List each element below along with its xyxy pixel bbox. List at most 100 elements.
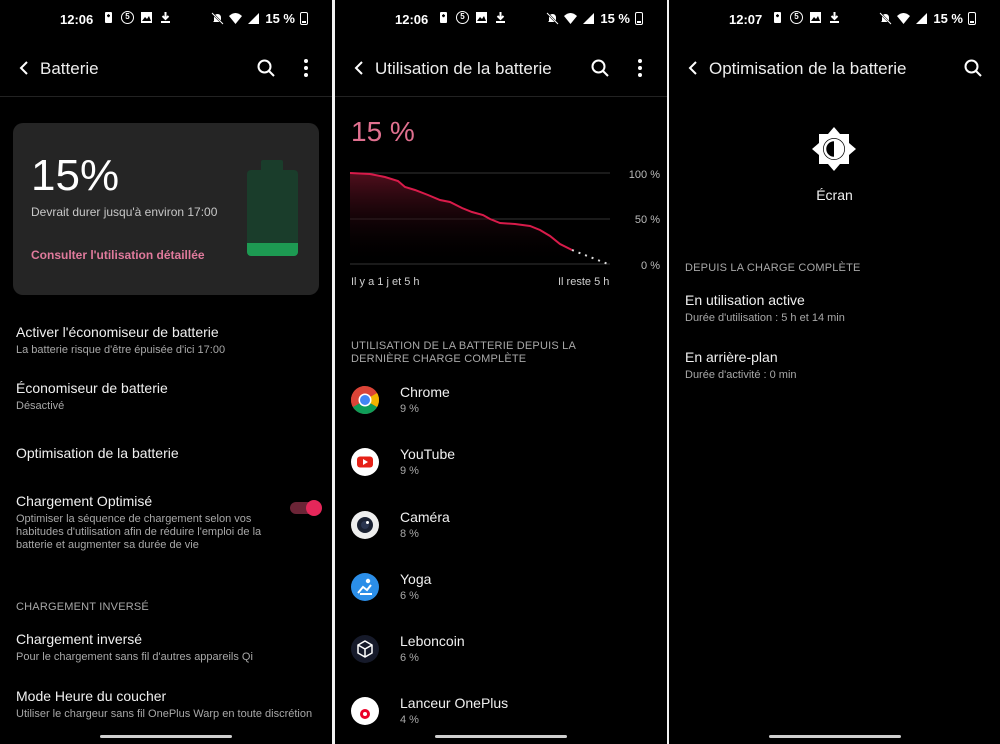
brightness-icon xyxy=(812,127,856,171)
oneplus-launcher-icon xyxy=(351,697,379,725)
item-subtitle: La batterie risque d'être épuisée d'ici … xyxy=(16,344,226,356)
battery-estimate: Devrait durer jusqu'à environ 17:00 xyxy=(31,205,218,219)
item-title: Mode Heure du coucher xyxy=(16,688,167,704)
item-subtitle: Durée d'utilisation : 5 h et 14 min xyxy=(685,312,845,324)
notification-icon: 5 xyxy=(790,11,803,24)
gesture-bar[interactable] xyxy=(435,735,567,738)
optimized-charging-toggle[interactable] xyxy=(290,500,322,516)
mute-icon xyxy=(879,12,893,25)
item-subtitle: Désactivé xyxy=(16,400,65,412)
app-row-youtube[interactable]: YouTube 9 % xyxy=(350,441,650,485)
battery-optimization-screen: 12:07 5 15 % Optimisation de la batterie… xyxy=(669,0,1000,744)
page-title: Utilisation de la batterie xyxy=(375,59,552,78)
app-name: Chrome xyxy=(400,384,450,400)
section-header: CHARGEMENT INVERSÉ xyxy=(16,601,149,613)
page-title: Batterie xyxy=(40,59,99,78)
section-header: UTILISATION DE LA BATTERIE DEPUIS LA DER… xyxy=(351,340,576,365)
search-icon[interactable] xyxy=(256,58,276,78)
gesture-bar[interactable] xyxy=(100,735,232,738)
chrome-icon xyxy=(351,386,379,414)
battery-saver-icon xyxy=(105,12,112,23)
battery-summary-card: 15% Devrait durer jusqu'à environ 17:00 … xyxy=(13,123,319,295)
x-label-end: Il reste 5 h xyxy=(558,276,610,288)
search-icon[interactable] xyxy=(590,58,610,78)
item-subtitle: Pour le chargement sans fil d'autres app… xyxy=(16,651,253,663)
app-row-camera[interactable]: Caméra 8 % xyxy=(350,504,650,548)
mute-icon xyxy=(211,12,225,25)
wifi-icon xyxy=(564,13,578,24)
battery-saver-item[interactable]: Économiseur de batterie Désactivé xyxy=(16,380,320,413)
item-subtitle: Optimiser la séquence de chargement selo… xyxy=(16,513,262,551)
image-icon xyxy=(810,12,821,23)
app-bar: Batterie xyxy=(0,50,332,86)
battery-icon xyxy=(300,12,308,25)
yoga-icon xyxy=(351,573,379,601)
battery-optimization-item[interactable]: Optimisation de la batterie xyxy=(16,445,320,461)
image-icon xyxy=(141,12,152,23)
wifi-icon xyxy=(229,13,243,24)
status-bar: 12:06 5 15 % xyxy=(0,0,332,38)
item-title: Chargement Optimisé xyxy=(16,493,153,509)
item-subtitle: Durée d'activité : 0 min xyxy=(685,369,797,381)
status-battery-text: 15 % xyxy=(933,11,963,26)
battery-usage-screen: 12:06 5 15 % Utilisation de la batterie … xyxy=(335,0,667,744)
app-row-chrome[interactable]: Chrome 9 % xyxy=(350,379,650,423)
app-usage-percent: 6 % xyxy=(400,590,419,602)
app-usage-percent: 9 % xyxy=(400,403,419,415)
app-row-yoga[interactable]: Yoga 6 % xyxy=(350,566,650,610)
section-header: DEPUIS LA CHARGE COMPLÈTE xyxy=(685,262,861,274)
y-label-50: 50 % xyxy=(635,214,660,226)
item-title: Économiseur de batterie xyxy=(16,380,168,396)
app-name: Lanceur OnePlus xyxy=(400,695,509,711)
app-name: Yoga xyxy=(400,571,432,587)
signal-icon xyxy=(916,13,928,24)
item-title: Optimisation de la batterie xyxy=(16,445,179,461)
forecast-line xyxy=(571,249,609,265)
optimized-charging-item[interactable]: Chargement Optimisé Optimiser la séquenc… xyxy=(16,493,282,552)
y-label-100: 100 % xyxy=(629,169,660,181)
mute-icon xyxy=(546,12,560,25)
item-title: Chargement inversé xyxy=(16,631,143,647)
battery-level-fill xyxy=(247,243,298,256)
app-usage-percent: 6 % xyxy=(400,652,419,664)
app-row-oneplus-launcher[interactable]: Lanceur OnePlus 4 % xyxy=(350,690,650,734)
y-label-0: 0 % xyxy=(641,260,660,272)
reverse-charging-item[interactable]: Chargement inversé Pour le chargement sa… xyxy=(16,631,320,664)
app-row-leboncoin[interactable]: Leboncoin 6 % xyxy=(350,628,650,672)
status-battery-text: 15 % xyxy=(265,11,295,26)
notification-icon: 5 xyxy=(121,11,134,24)
camera-icon xyxy=(351,511,379,539)
gesture-bar[interactable] xyxy=(768,735,901,738)
detailed-usage-link[interactable]: Consulter l'utilisation détaillée xyxy=(31,248,205,262)
battery-saver-activate-item[interactable]: Activer l'économiseur de batterie La bat… xyxy=(16,324,320,357)
status-time: 12:06 xyxy=(395,12,429,27)
app-name: YouTube xyxy=(400,446,456,462)
more-options-icon[interactable] xyxy=(637,58,643,78)
battery-saver-icon xyxy=(774,12,781,23)
download-icon xyxy=(830,12,839,23)
bedtime-mode-item[interactable]: Mode Heure du coucher Utiliser le charge… xyxy=(16,688,320,721)
search-icon[interactable] xyxy=(963,58,983,78)
item-title: En arrière-plan xyxy=(685,349,778,365)
status-bar: 12:06 5 15 % xyxy=(335,0,667,38)
battery-level-icon xyxy=(247,160,298,256)
back-arrow-icon[interactable] xyxy=(16,58,32,78)
divider xyxy=(0,96,332,97)
back-arrow-icon[interactable] xyxy=(351,58,367,78)
status-bar: 12:07 5 15 % xyxy=(669,0,1000,38)
more-options-icon[interactable] xyxy=(303,58,309,78)
background-use-item: En arrière-plan Durée d'activité : 0 min xyxy=(685,349,988,382)
status-time: 12:06 xyxy=(60,12,94,27)
item-subtitle: Utiliser le chargeur sans fil OnePlus Wa… xyxy=(16,708,313,720)
back-arrow-icon[interactable] xyxy=(685,58,701,78)
component-label: Écran xyxy=(816,187,853,203)
app-usage-percent: 8 % xyxy=(400,528,419,540)
battery-icon xyxy=(968,12,976,25)
active-use-item: En utilisation active Durée d'utilisatio… xyxy=(685,292,988,325)
signal-icon xyxy=(583,13,595,24)
status-battery-text: 15 % xyxy=(600,11,630,26)
image-icon xyxy=(476,12,487,23)
signal-icon xyxy=(248,13,260,24)
app-name: Caméra xyxy=(400,509,450,525)
battery-icon xyxy=(635,12,643,25)
